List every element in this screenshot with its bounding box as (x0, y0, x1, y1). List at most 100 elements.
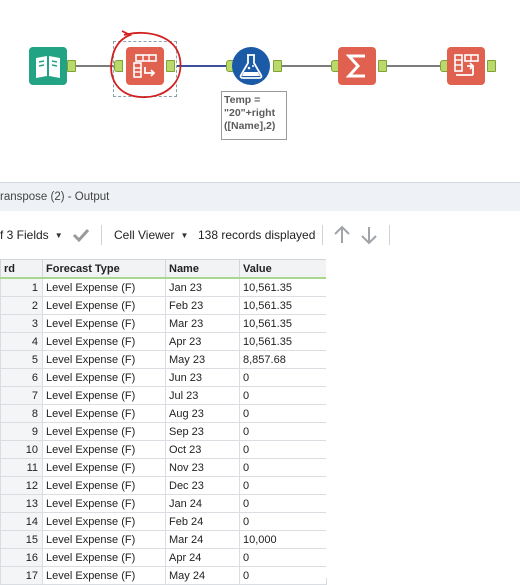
cell-forecast-type[interactable]: Level Expense (F) (42, 332, 166, 351)
table-row[interactable]: 16 Level Expense (F) Apr 24 0 (0, 548, 327, 567)
table-row[interactable]: 5 Level Expense (F) May 23 8,857.68 (0, 350, 327, 369)
cell-record[interactable]: 16 (0, 548, 43, 567)
table-row[interactable]: 10 Level Expense (F) Oct 23 0 (0, 440, 327, 459)
cell-name[interactable]: Sep 23 (165, 422, 240, 441)
cell-value[interactable]: 0 (239, 440, 327, 459)
cell-value[interactable]: 0 (239, 512, 327, 531)
crosstab-tool[interactable] (447, 47, 485, 85)
cell-name[interactable]: Jun 23 (165, 368, 240, 387)
table-row[interactable]: 11 Level Expense (F) Nov 23 0 (0, 458, 327, 477)
cell-forecast-type[interactable]: Level Expense (F) (42, 494, 166, 513)
fields-selector[interactable]: f 3 Fields ▼ (0, 211, 63, 259)
connection-line[interactable] (282, 65, 332, 67)
cell-record[interactable]: 11 (0, 458, 43, 477)
table-row[interactable]: 13 Level Expense (F) Jan 24 0 (0, 494, 327, 513)
cell-forecast-type[interactable]: Level Expense (F) (42, 368, 166, 387)
cell-name[interactable]: Aug 23 (165, 404, 240, 423)
cell-value[interactable]: 10,561.35 (239, 314, 327, 333)
table-row[interactable]: 12 Level Expense (F) Dec 23 0 (0, 476, 327, 495)
cell-value[interactable]: 10,561.35 (239, 332, 327, 351)
viewer-selector[interactable]: Cell Viewer ▼ (114, 211, 188, 259)
scroll-down-button[interactable] (359, 211, 379, 259)
summarize-tool[interactable] (338, 47, 376, 85)
cell-record[interactable]: 12 (0, 476, 43, 495)
cell-value[interactable]: 0 (239, 458, 327, 477)
cell-value[interactable]: 10,561.35 (239, 277, 327, 297)
cell-record[interactable]: 8 (0, 404, 43, 423)
cell-name[interactable]: Feb 23 (165, 296, 240, 315)
cell-record[interactable]: 14 (0, 512, 43, 531)
column-header-forecast-type[interactable]: Forecast Type (42, 259, 166, 279)
cell-name[interactable]: Mar 23 (165, 314, 240, 333)
cell-value[interactable]: 10,000 (239, 530, 327, 549)
output-anchor[interactable] (487, 60, 496, 72)
connection-line[interactable] (386, 65, 442, 67)
table-row[interactable]: 9 Level Expense (F) Sep 23 0 (0, 422, 327, 441)
cell-forecast-type[interactable]: Level Expense (F) (42, 530, 166, 549)
formula-tool[interactable] (232, 47, 270, 85)
cell-name[interactable]: May 24 (165, 566, 240, 585)
output-anchor[interactable] (378, 60, 387, 72)
workflow-canvas[interactable]: Temp = "20"+right ([Name],2) (0, 0, 520, 182)
cell-name[interactable]: Apr 23 (165, 332, 240, 351)
apply-check-button[interactable] (72, 211, 90, 259)
cell-name[interactable]: Apr 24 (165, 548, 240, 567)
cell-forecast-type[interactable]: Level Expense (F) (42, 440, 166, 459)
table-row[interactable]: 6 Level Expense (F) Jun 23 0 (0, 368, 327, 387)
cell-record[interactable]: 9 (0, 422, 43, 441)
table-row[interactable]: 7 Level Expense (F) Jul 23 0 (0, 386, 327, 405)
cell-name[interactable]: Nov 23 (165, 458, 240, 477)
cell-value[interactable]: 10,561.35 (239, 296, 327, 315)
column-header-value[interactable]: Value (239, 259, 327, 279)
cell-record[interactable]: 7 (0, 386, 43, 405)
cell-record[interactable]: 3 (0, 314, 43, 333)
table-row[interactable]: 1 Level Expense (F) Jan 23 10,561.35 (0, 277, 327, 297)
cell-forecast-type[interactable]: Level Expense (F) (42, 566, 166, 585)
cell-value[interactable]: 0 (239, 368, 327, 387)
cell-forecast-type[interactable]: Level Expense (F) (42, 314, 166, 333)
cell-record[interactable]: 1 (0, 277, 43, 297)
output-anchor[interactable] (273, 60, 282, 72)
cell-value[interactable]: 0 (239, 494, 327, 513)
column-header-name[interactable]: Name (165, 259, 240, 279)
cell-forecast-type[interactable]: Level Expense (F) (42, 422, 166, 441)
cell-name[interactable]: Dec 23 (165, 476, 240, 495)
cell-name[interactable]: May 23 (165, 350, 240, 369)
cell-forecast-type[interactable]: Level Expense (F) (42, 386, 166, 405)
cell-forecast-type[interactable]: Level Expense (F) (42, 512, 166, 531)
cell-forecast-type[interactable]: Level Expense (F) (42, 404, 166, 423)
cell-name[interactable]: Feb 24 (165, 512, 240, 531)
table-row[interactable]: 8 Level Expense (F) Aug 23 0 (0, 404, 327, 423)
scroll-up-button[interactable] (332, 211, 352, 259)
cell-value[interactable]: 0 (239, 386, 327, 405)
cell-forecast-type[interactable]: Level Expense (F) (42, 350, 166, 369)
cell-value[interactable]: 8,857.68 (239, 350, 327, 369)
cell-value[interactable]: 0 (239, 476, 327, 495)
cell-record[interactable]: 6 (0, 368, 43, 387)
cell-name[interactable]: Jan 24 (165, 494, 240, 513)
input-data-tool[interactable] (29, 47, 67, 85)
table-row[interactable]: 17 Level Expense (F) May 24 0 (0, 566, 327, 585)
cell-value[interactable]: 0 (239, 566, 327, 585)
table-row[interactable]: 4 Level Expense (F) Apr 23 10,561.35 (0, 332, 327, 351)
cell-forecast-type[interactable]: Level Expense (F) (42, 548, 166, 567)
cell-value[interactable]: 0 (239, 404, 327, 423)
cell-name[interactable]: Jan 23 (165, 277, 240, 297)
column-header-record[interactable]: rd (0, 259, 43, 279)
cell-record[interactable]: 5 (0, 350, 43, 369)
cell-record[interactable]: 13 (0, 494, 43, 513)
cell-record[interactable]: 10 (0, 440, 43, 459)
cell-name[interactable]: Oct 23 (165, 440, 240, 459)
cell-forecast-type[interactable]: Level Expense (F) (42, 277, 166, 297)
cell-value[interactable]: 0 (239, 548, 327, 567)
table-row[interactable]: 2 Level Expense (F) Feb 23 10,561.35 (0, 296, 327, 315)
cell-value[interactable]: 0 (239, 422, 327, 441)
table-row[interactable]: 14 Level Expense (F) Feb 24 0 (0, 512, 327, 531)
cell-name[interactable]: Mar 24 (165, 530, 240, 549)
cell-forecast-type[interactable]: Level Expense (F) (42, 296, 166, 315)
cell-record[interactable]: 2 (0, 296, 43, 315)
cell-record[interactable]: 15 (0, 530, 43, 549)
table-row[interactable]: 3 Level Expense (F) Mar 23 10,561.35 (0, 314, 327, 333)
cell-forecast-type[interactable]: Level Expense (F) (42, 476, 166, 495)
cell-name[interactable]: Jul 23 (165, 386, 240, 405)
